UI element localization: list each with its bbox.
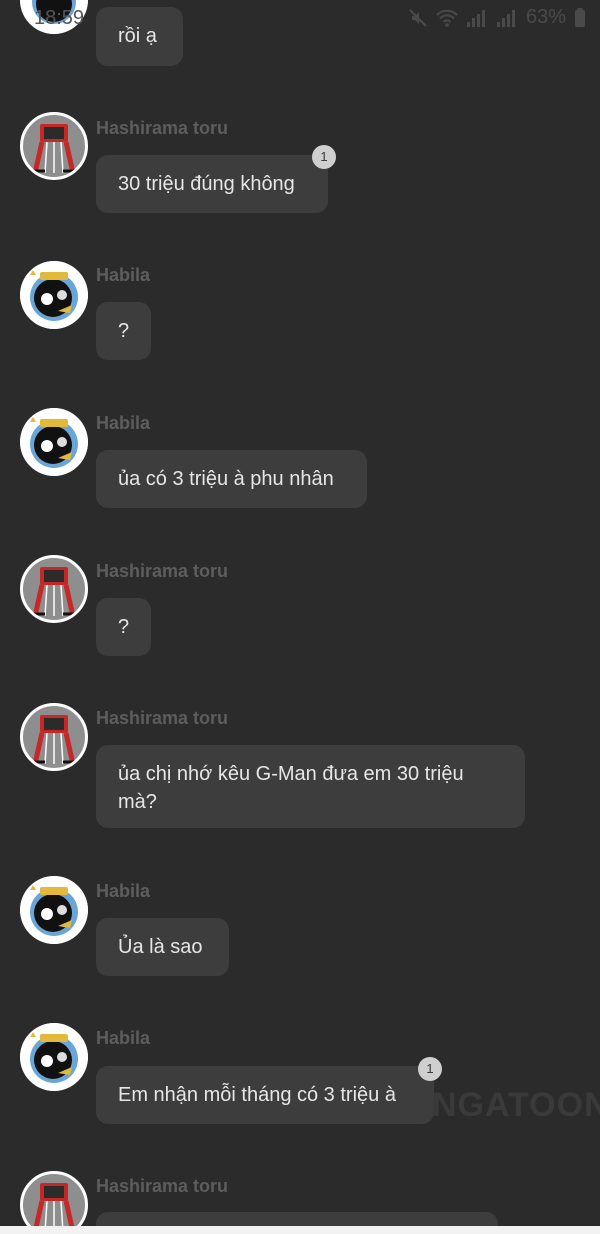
avatar-habila[interactable]	[20, 261, 88, 329]
sender-name: Habila	[96, 413, 151, 433]
message-bubble[interactable]: Ủa là sao	[96, 918, 229, 976]
status-bar: 18:59 63%	[0, 0, 600, 36]
reaction-count-badge[interactable]: 1	[418, 1057, 442, 1081]
message-text: ủa có 3 triệu à phu nhân	[118, 468, 334, 490]
watermark-logo: NGATOON	[432, 1086, 600, 1124]
sender-name: Hashirama toru	[96, 1176, 229, 1196]
message-bubble[interactable]: 30 triệu đúng không	[96, 155, 328, 213]
message-text: 30 triệu đúng không	[118, 173, 295, 195]
battery-level: 63%	[525, 6, 566, 28]
chat-screen: 18:59 63% rồi ạ Hashirama toru 30 triệu …	[0, 0, 600, 1234]
avatar-hashirama[interactable]	[20, 555, 88, 623]
message-text: ủa chị nhớ kêu G-Man đưa em 30 triệu mà?	[118, 763, 464, 813]
message-bubble[interactable]: Em nhận mỗi tháng có 3 triệu à	[96, 1066, 434, 1124]
signal-icon-2	[496, 8, 518, 28]
sender-name: Habila	[96, 265, 151, 285]
sender-name: Habila	[96, 1028, 151, 1048]
bottom-edge	[0, 1226, 600, 1234]
message-bubble[interactable]: ủa chị nhớ kêu G-Man đưa em 30 triệu mà?	[96, 745, 525, 828]
battery-icon	[574, 7, 586, 28]
sender-name: Hashirama toru	[96, 118, 229, 138]
message-text: Em nhận mỗi tháng có 3 triệu à	[118, 1084, 396, 1106]
avatar-hashirama[interactable]	[20, 112, 88, 180]
reaction-count-badge[interactable]: 1	[312, 145, 336, 169]
avatar-habila[interactable]	[20, 876, 88, 944]
status-time: 18:59	[34, 7, 85, 29]
mute-icon	[408, 8, 428, 28]
message-bubble[interactable]: ủa có 3 triệu à phu nhân	[96, 450, 367, 508]
message-bubble[interactable]: ?	[96, 302, 151, 360]
message-text: Ủa là sao	[118, 936, 203, 958]
sender-name: Hashirama toru	[96, 708, 229, 728]
avatar-hashirama[interactable]	[20, 703, 88, 771]
message-text: ?	[118, 616, 130, 638]
sender-name: Hashirama toru	[96, 561, 229, 581]
avatar-habila[interactable]	[20, 1023, 88, 1091]
signal-icon	[466, 8, 488, 28]
avatar-habila[interactable]	[20, 408, 88, 476]
sender-name: Habila	[96, 881, 151, 901]
message-text: ?	[118, 320, 130, 342]
wifi-icon	[436, 8, 458, 28]
status-icons: 63%	[408, 6, 586, 29]
avatar-hashirama[interactable]	[20, 1171, 88, 1234]
message-bubble[interactable]: ?	[96, 598, 151, 656]
